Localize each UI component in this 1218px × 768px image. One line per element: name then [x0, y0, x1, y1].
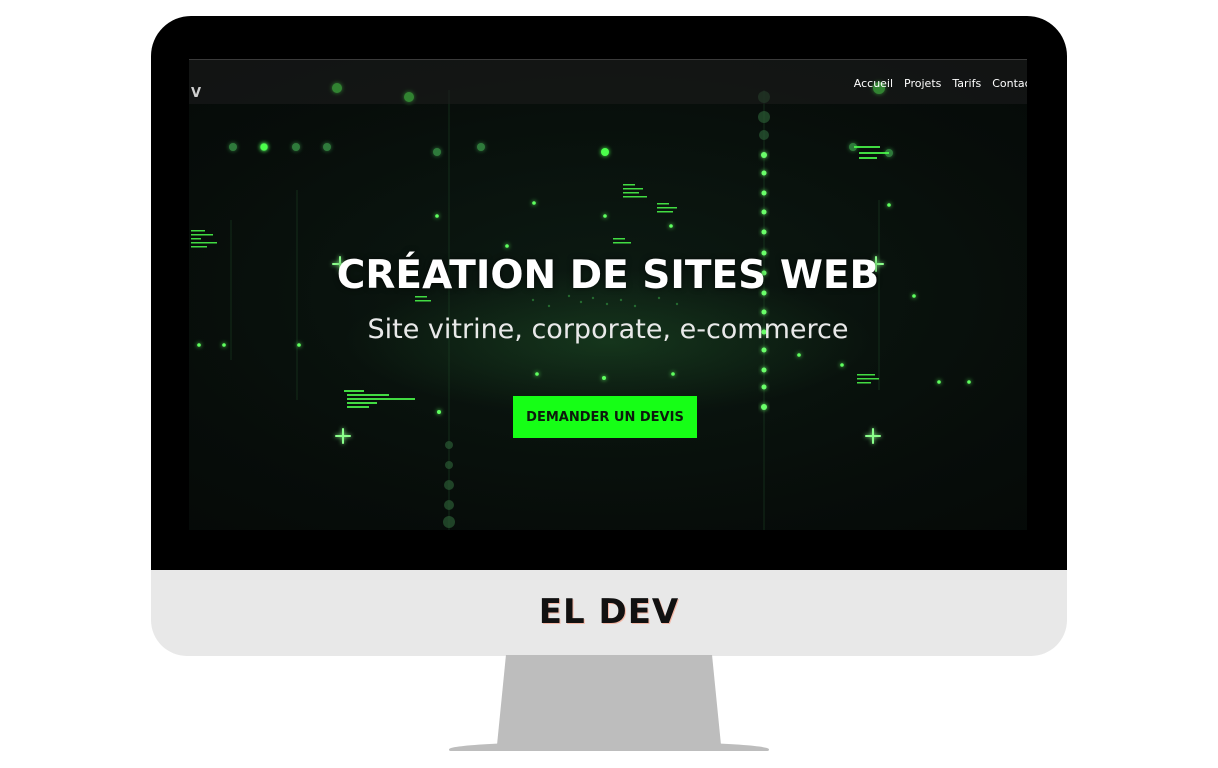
- monitor-stand-neck: [497, 655, 721, 745]
- hero-subtitle: Site vitrine, corporate, e-commerce: [367, 314, 849, 345]
- monitor-brand-label: EL DEV: [538, 592, 680, 632]
- monitor-chin: EL DEV: [151, 570, 1067, 656]
- site-nav: Accueil Projets Tarifs Contact: [854, 77, 1027, 90]
- nav-link-tarifs[interactable]: Tarifs: [952, 77, 981, 90]
- request-quote-button[interactable]: DEMANDER UN DEVIS: [513, 396, 697, 438]
- monitor-stand-base: [449, 742, 769, 751]
- site-logo[interactable]: V: [191, 86, 201, 101]
- website-screen: V Accueil Projets Tarifs Contact CRÉATIO…: [189, 59, 1027, 530]
- site-header: V Accueil Projets Tarifs Contact: [189, 60, 1027, 104]
- nav-link-contact[interactable]: Contact: [992, 77, 1027, 90]
- nav-link-projets[interactable]: Projets: [904, 77, 941, 90]
- hero-title: CRÉATION DE SITES WEB: [336, 253, 880, 298]
- nav-link-accueil[interactable]: Accueil: [854, 77, 893, 90]
